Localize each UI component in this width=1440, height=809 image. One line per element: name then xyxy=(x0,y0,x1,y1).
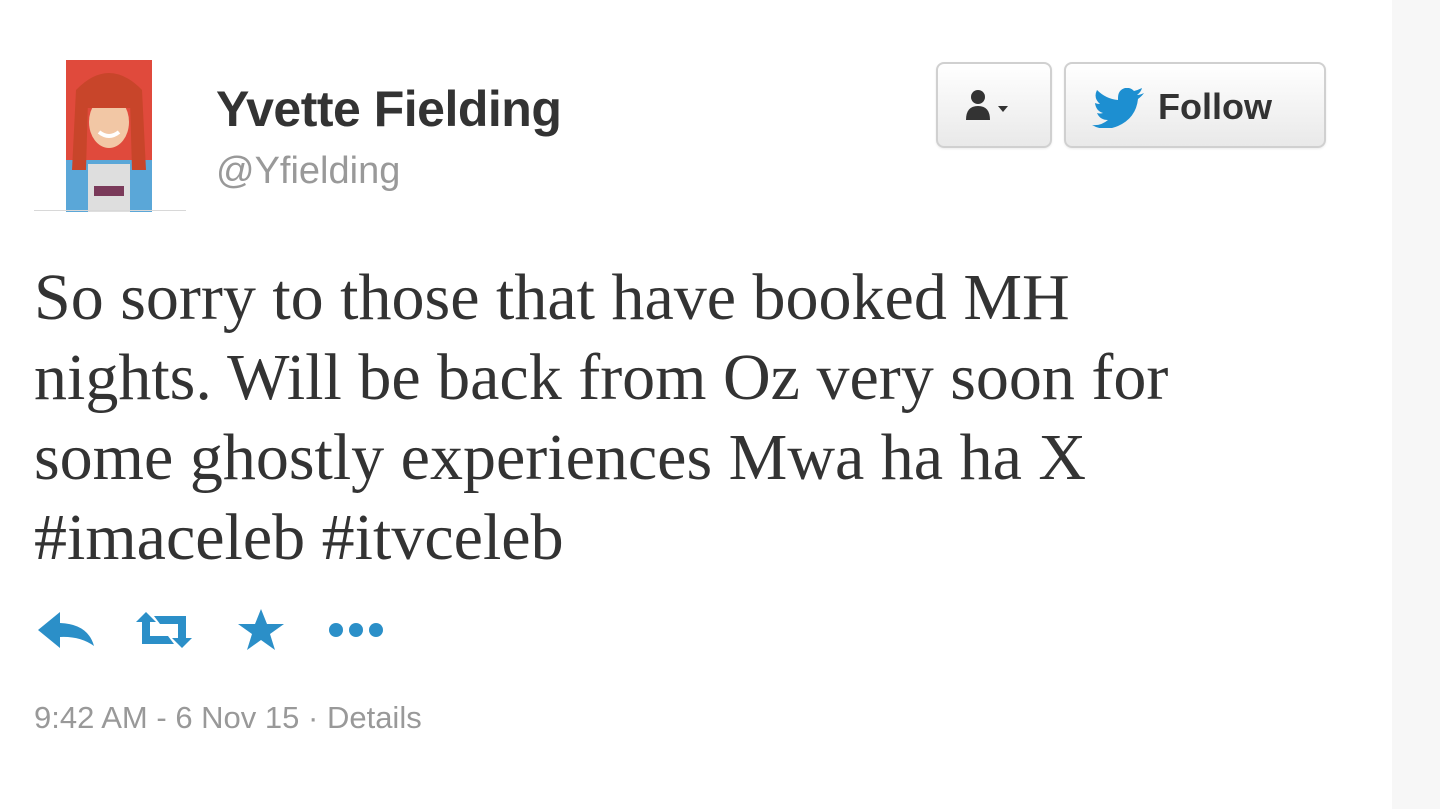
page-edge xyxy=(1392,0,1440,809)
twitter-bird-icon xyxy=(1092,88,1144,128)
meta-separator: · xyxy=(299,700,327,735)
avatar[interactable] xyxy=(66,60,152,212)
tweet-meta: 9:42 AM - 6 Nov 15 · Details xyxy=(34,700,422,736)
avatar-divider xyxy=(34,210,186,211)
reply-icon[interactable] xyxy=(36,608,96,657)
tweet-text-line: nights. Will be back from Oz very soon f… xyxy=(34,341,1169,414)
more-icon[interactable] xyxy=(326,608,390,657)
meta-separator: - xyxy=(147,700,176,735)
favorite-icon[interactable] xyxy=(236,608,286,657)
follow-button[interactable]: Follow xyxy=(1064,62,1326,148)
tweet-text-line[interactable]: #imaceleb #itvceleb xyxy=(34,498,1334,578)
user-dropdown-icon xyxy=(966,90,1008,120)
user-handle[interactable]: @Yfielding xyxy=(216,150,400,193)
tweet-text: So sorry to those that have booked MH ni… xyxy=(34,258,1334,578)
details-link[interactable]: Details xyxy=(327,700,422,735)
user-actions-button[interactable] xyxy=(936,62,1052,148)
tweet-text-line: So sorry to those that have booked MH xyxy=(34,261,1070,334)
retweet-icon[interactable] xyxy=(132,608,196,657)
follow-button-label: Follow xyxy=(1158,86,1272,127)
display-name[interactable]: Yvette Fielding xyxy=(216,80,562,138)
tweet-date[interactable]: 6 Nov 15 xyxy=(175,700,299,735)
tweet-time[interactable]: 9:42 AM xyxy=(34,700,148,735)
tweet-text-line: some ghostly experiences Mwa ha ha X xyxy=(34,421,1087,494)
